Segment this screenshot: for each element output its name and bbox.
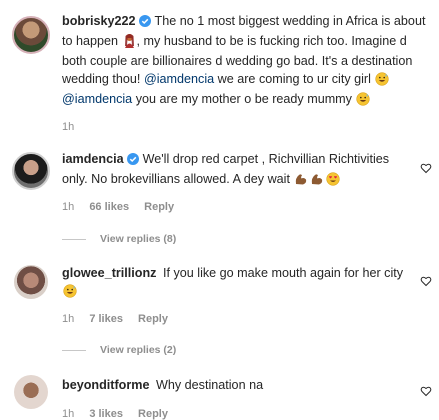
flexed-biceps-emoji-icon (310, 172, 324, 192)
view-replies-button[interactable]: View replies (2) (62, 344, 176, 356)
comment-meta: 1h (62, 121, 86, 133)
comment-bobrisky222: bobrisky222 The no 1 most biggest wedding… (0, 0, 439, 135)
comment-time: 1h (62, 408, 75, 420)
comment-meta: 1h 7 likes Reply (62, 313, 180, 325)
woman-with-veil-emoji-icon (123, 33, 136, 54)
comment-beyonditforme: beyonditforme Why destination na 1h 3 li… (0, 365, 439, 420)
comment-time: 1h (62, 313, 75, 325)
grinning-sweat-emoji-icon (63, 283, 77, 304)
avatar[interactable] (12, 152, 50, 190)
avatar[interactable] (12, 16, 50, 54)
avatar[interactable] (14, 375, 48, 409)
comment-text: iamdencia We'll drop red carpet , Richvil… (62, 151, 412, 191)
heart-outline-icon[interactable] (420, 275, 432, 287)
heart-eyes-emoji-icon (326, 171, 341, 192)
mention-link[interactable]: @iamdencia (144, 72, 214, 86)
comment-username[interactable]: glowee_trillionz (62, 266, 156, 280)
comment-time: 1h (62, 201, 75, 213)
comment-text: beyonditforme Why destination na (62, 378, 264, 392)
grinning-sweat-emoji-icon (356, 92, 371, 112)
comment-time: 1h (62, 121, 75, 133)
comment-iamdencia: iamdencia We'll drop red carpet , Richvil… (0, 140, 439, 250)
grinning-sweat-emoji-icon (375, 71, 390, 92)
flexed-biceps-emoji-icon (294, 172, 308, 192)
reply-button[interactable]: Reply (144, 201, 174, 213)
comment-username[interactable]: beyonditforme (62, 378, 149, 392)
avatar[interactable] (14, 265, 48, 299)
comment-likes[interactable]: 66 likes (89, 201, 129, 213)
comment-username[interactable]: bobrisky222 (62, 14, 136, 28)
reply-button[interactable]: Reply (138, 313, 168, 325)
comment-likes[interactable]: 7 likes (89, 313, 123, 325)
divider (62, 349, 86, 351)
view-replies-button[interactable]: View replies (8) (62, 233, 176, 245)
verified-badge-icon (126, 153, 139, 171)
mention-link[interactable]: @iamdencia (62, 92, 132, 106)
comment-likes[interactable]: 3 likes (89, 408, 123, 420)
heart-outline-icon[interactable] (420, 162, 432, 174)
comment-text: glowee_trillionz If you like go make mou… (62, 265, 412, 303)
comment-glowee_trillionz: glowee_trillionz If you like go make mou… (0, 255, 439, 360)
comment-meta: 1h 66 likes Reply (62, 201, 186, 213)
heart-outline-icon[interactable] (420, 385, 432, 397)
reply-button[interactable]: Reply (138, 408, 168, 420)
comment-text: bobrisky222 The no 1 most biggest wedding… (62, 13, 430, 112)
comment-username[interactable]: iamdencia (62, 152, 124, 166)
verified-badge-icon (138, 15, 151, 33)
divider (62, 238, 86, 240)
comment-meta: 1h 3 likes Reply (62, 408, 180, 420)
